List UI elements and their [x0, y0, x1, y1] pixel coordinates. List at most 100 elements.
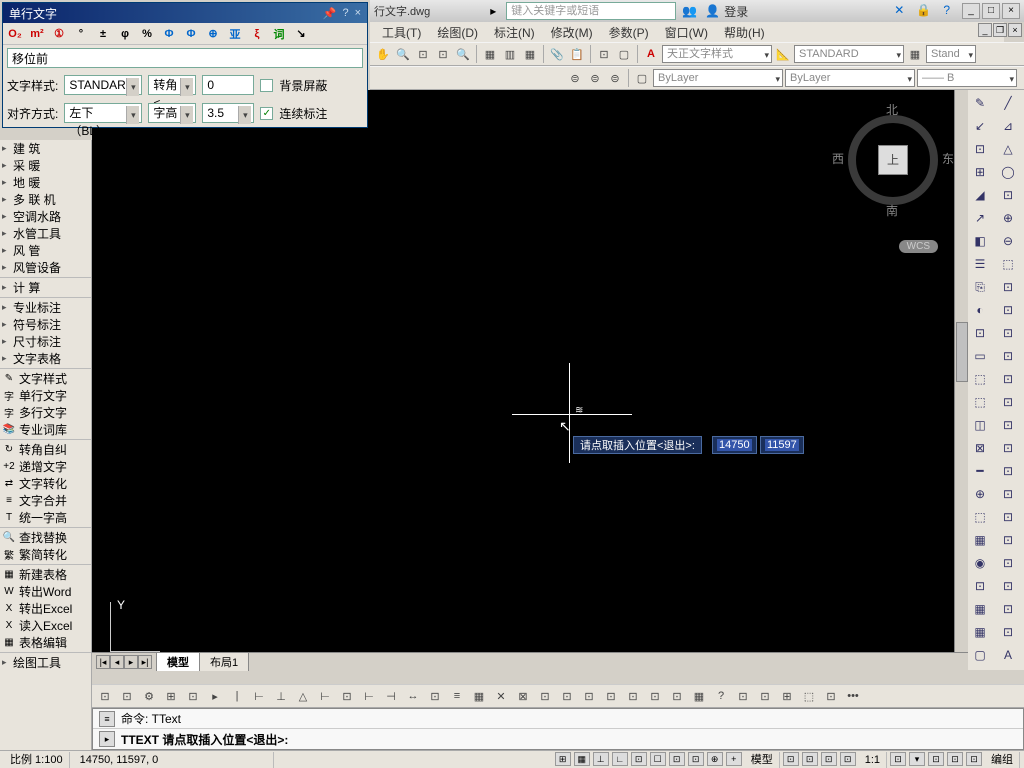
- mdi-close[interactable]: ×: [1008, 23, 1022, 37]
- btm-tool-icon[interactable]: ⊡: [602, 687, 620, 705]
- tool-icon[interactable]: ⊡: [970, 323, 990, 343]
- format-icon[interactable]: 亚: [227, 26, 243, 42]
- tab-next[interactable]: ▸: [124, 655, 138, 669]
- btm-tool-icon[interactable]: ⊥: [272, 687, 290, 705]
- btm-tool-icon[interactable]: |: [228, 687, 246, 705]
- format-icon[interactable]: ξ: [249, 26, 265, 42]
- tool-icon[interactable]: ╱: [998, 93, 1018, 113]
- tool-icon[interactable]: ⊡: [998, 484, 1018, 504]
- status-group[interactable]: 编组: [985, 752, 1020, 768]
- sidebar-item[interactable]: ≡文字合并: [0, 492, 91, 509]
- status-toggle[interactable]: ∟: [612, 752, 628, 766]
- sidebar-item[interactable]: ▸绘图工具: [0, 654, 91, 671]
- menu-item[interactable]: 参数(P): [601, 22, 657, 43]
- bg-mask-checkbox[interactable]: [260, 79, 273, 92]
- btm-tool-icon[interactable]: ⊞: [162, 687, 180, 705]
- status-toggle[interactable]: ⊡: [783, 752, 799, 766]
- align-select[interactable]: 左下（BL）: [64, 103, 142, 123]
- tab-prev[interactable]: ◂: [110, 655, 124, 669]
- status-scale[interactable]: 比例 1:100: [4, 752, 70, 768]
- menu-item[interactable]: 修改(M): [543, 22, 601, 43]
- btm-tool-icon[interactable]: ⊣: [382, 687, 400, 705]
- btm-tool-icon[interactable]: ⊠: [514, 687, 532, 705]
- sidebar-item[interactable]: ✎文字样式: [0, 370, 91, 387]
- btm-tool-icon[interactable]: ↔: [404, 687, 422, 705]
- status-toggle[interactable]: ⊡: [821, 752, 837, 766]
- sidebar-item[interactable]: ▸风管设备: [0, 259, 91, 276]
- sidebar-item[interactable]: ▸地 暖: [0, 174, 91, 191]
- status-toggle[interactable]: ⊕: [707, 752, 723, 766]
- tool-icon[interactable]: ⊕: [998, 208, 1018, 228]
- tablestyle-combo[interactable]: Stand: [926, 45, 976, 63]
- sidebar-item[interactable]: ▸水管工具: [0, 225, 91, 242]
- tool-icon[interactable]: ▦: [970, 599, 990, 619]
- format-icon[interactable]: ①: [51, 26, 67, 42]
- sidebar-item[interactable]: ▸文字表格: [0, 350, 91, 367]
- btm-tool-icon[interactable]: ⊢: [250, 687, 268, 705]
- tool-icon[interactable]: ⊡: [998, 346, 1018, 366]
- tool-icon[interactable]: ⊡: [970, 576, 990, 596]
- btm-tool-icon[interactable]: ⊢: [360, 687, 378, 705]
- btm-tool-icon[interactable]: •••: [844, 687, 862, 705]
- tool-icon[interactable]: ⊡: [998, 553, 1018, 573]
- sidebar-item[interactable]: 📚专业词库: [0, 421, 91, 438]
- textstyle-select[interactable]: STANDARD: [64, 75, 142, 95]
- cmd-prompt-text[interactable]: TTEXT 请点取插入位置<退出>:: [121, 731, 288, 748]
- tool-icon[interactable]: ⊖: [998, 231, 1018, 251]
- sidebar-item[interactable]: 字多行文字: [0, 404, 91, 421]
- lineweight-combo[interactable]: —— B: [917, 69, 1017, 87]
- format-icon[interactable]: Φ: [161, 26, 177, 42]
- btm-tool-icon[interactable]: ⊡: [558, 687, 576, 705]
- btm-tool-icon[interactable]: ⬚: [800, 687, 818, 705]
- btm-tool-icon[interactable]: ⊡: [118, 687, 136, 705]
- menu-item[interactable]: 工具(T): [374, 22, 429, 43]
- btm-tool-icon[interactable]: ▦: [470, 687, 488, 705]
- menu-item[interactable]: 帮助(H): [716, 22, 773, 43]
- tool-icon[interactable]: ━: [970, 461, 990, 481]
- tab-first[interactable]: |◂: [96, 655, 110, 669]
- layer-state-icon[interactable]: ⊜: [566, 69, 584, 87]
- format-icon[interactable]: 词: [271, 26, 287, 42]
- exchange-icon[interactable]: ✕: [894, 3, 904, 19]
- sidebar-item[interactable]: ▸符号标注: [0, 316, 91, 333]
- status-toggle[interactable]: +: [726, 752, 742, 766]
- tool-icon[interactable]: ◫: [970, 415, 990, 435]
- sidebar-item[interactable]: ▸空调水路: [0, 208, 91, 225]
- tool-icon[interactable]: ⊞: [970, 162, 990, 182]
- tool-icon[interactable]: ⎘: [970, 277, 990, 297]
- tab-last[interactable]: ▸|: [138, 655, 152, 669]
- format-icon[interactable]: Φ: [183, 26, 199, 42]
- sidebar-item[interactable]: ⇄文字转化: [0, 475, 91, 492]
- login-button[interactable]: 👤 登录: [705, 3, 748, 20]
- btm-tool-icon[interactable]: △: [294, 687, 312, 705]
- btm-tool-icon[interactable]: ≡: [448, 687, 466, 705]
- tool-icon[interactable]: ⊡: [998, 323, 1018, 343]
- menu-item[interactable]: 标注(N): [486, 22, 543, 43]
- tab-layout1[interactable]: 布局1: [199, 652, 249, 671]
- btm-tool-icon[interactable]: ⊡: [756, 687, 774, 705]
- tool-icon[interactable]: ☰: [970, 254, 990, 274]
- panel-titlebar[interactable]: 单行文字 📌 ? ×: [3, 3, 367, 23]
- zoom-prev-icon[interactable]: ⊡: [434, 45, 452, 63]
- btm-tool-icon[interactable]: ⊡: [536, 687, 554, 705]
- height-select[interactable]: 3.5: [202, 103, 254, 123]
- tool-icon[interactable]: ⊡: [998, 185, 1018, 205]
- btm-tool-icon[interactable]: ⊡: [624, 687, 642, 705]
- sidebar-item[interactable]: ▦表格编辑: [0, 634, 91, 651]
- angle-input[interactable]: [202, 75, 254, 95]
- linetype-combo[interactable]: ByLayer: [785, 69, 915, 87]
- btm-tool-icon[interactable]: ⊡: [668, 687, 686, 705]
- height-label-select[interactable]: 字高<: [148, 103, 196, 123]
- sidebar-item[interactable]: T统一字高: [0, 509, 91, 526]
- status-toggle[interactable]: ⊡: [669, 752, 685, 766]
- tool-icon[interactable]: ⊡: [970, 139, 990, 159]
- status-toggle[interactable]: ⊡: [840, 752, 856, 766]
- tool-icon[interactable]: ▦: [970, 622, 990, 642]
- tool-icon[interactable]: ▦: [970, 530, 990, 550]
- tool-icon[interactable]: ◧: [970, 231, 990, 251]
- sidebar-item[interactable]: ▸专业标注: [0, 299, 91, 316]
- tool-icon[interactable]: ◢: [970, 185, 990, 205]
- cmd-prompt-icon[interactable]: ▸: [99, 731, 115, 747]
- tool-icon[interactable]: ⊡: [998, 530, 1018, 550]
- pin-icon[interactable]: 📌: [323, 7, 337, 20]
